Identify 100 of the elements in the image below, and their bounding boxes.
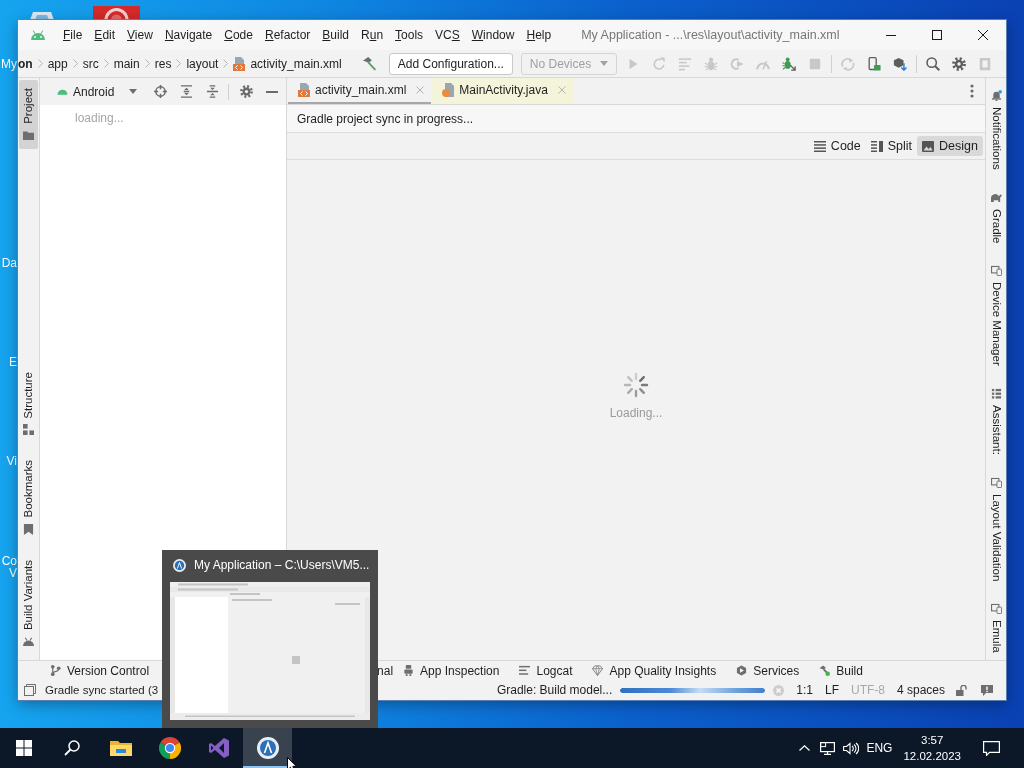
- chevron-icon: [176, 59, 182, 68]
- window-thumbnail[interactable]: My Application – C:\Users\VM5...: [162, 550, 378, 728]
- tool-window-tab[interactable]: Notifications: [989, 90, 1003, 170]
- breadcrumb-item[interactable]: layout: [186, 56, 219, 71]
- chevron-icon: [223, 59, 229, 68]
- tool-window-button[interactable]: App Inspection: [393, 663, 510, 678]
- caret-icon: [129, 89, 138, 94]
- app-logo-icon: [256, 737, 279, 759]
- settings-icon[interactable]: [952, 56, 967, 71]
- tool-window-tab[interactable]: Device Manager: [989, 265, 1003, 366]
- padlock-icon[interactable]: [956, 684, 967, 696]
- tool-window-tab[interactable]: Emula: [989, 603, 1003, 653]
- taskbar-button[interactable]: [243, 728, 292, 768]
- devices-icon: [990, 476, 1002, 488]
- close-icon[interactable]: [978, 30, 988, 40]
- volume-icon[interactable]: [843, 741, 860, 755]
- clock-time[interactable]: 3:57: [921, 732, 944, 748]
- chevron-icon: [144, 59, 150, 68]
- tool-window-button[interactable]: Logcat: [509, 663, 583, 678]
- folder-icon: [109, 739, 132, 757]
- clock-date[interactable]: 12.02.2023: [903, 748, 961, 764]
- menu-item[interactable]: Edit: [88, 24, 122, 46]
- status-message[interactable]: Gradle sync started (3: [45, 684, 159, 696]
- view-mode-button[interactable]: Split: [865, 136, 918, 156]
- sync-status-banner: Gradle project sync in progress...: [287, 105, 985, 133]
- blocks-icon: [23, 424, 34, 436]
- spinner-icon: [623, 372, 649, 398]
- breadcrumb-item[interactable]: src: [82, 56, 99, 71]
- collapse-all-icon[interactable]: [205, 85, 219, 98]
- menu-item[interactable]: Navigate: [158, 24, 219, 46]
- search-icon[interactable]: [64, 740, 80, 756]
- hammer-icon[interactable]: [361, 56, 377, 71]
- speech-bubble-alert-icon[interactable]: [981, 684, 993, 696]
- robot-icon: [403, 665, 415, 676]
- input-language[interactable]: ENG: [866, 741, 893, 755]
- minimize-icon[interactable]: [886, 34, 896, 36]
- menu-item[interactable]: Help: [520, 24, 558, 46]
- menu-item[interactable]: Refactor: [258, 24, 317, 46]
- tool-window-tab[interactable]: Layout Validation: [989, 476, 1003, 582]
- lines-icon: [813, 140, 826, 152]
- indent-setting[interactable]: 4 spaces: [896, 683, 945, 697]
- breadcrumb-item[interactable]: on: [18, 56, 33, 71]
- project-view-dropdown[interactable]: Android: [53, 80, 142, 103]
- tool-window-button[interactable]: nal: [377, 663, 394, 678]
- minus-icon[interactable]: [266, 90, 279, 93]
- bug-arrow-icon[interactable]: [782, 56, 797, 71]
- notifications-icon[interactable]: [983, 740, 1000, 756]
- tool-window-tab[interactable]: Project: [19, 80, 38, 149]
- app-logo-icon: [173, 558, 186, 572]
- add-configuration-button[interactable]: Add Configuration...: [388, 52, 513, 75]
- view-mode-button[interactable]: Design: [917, 136, 983, 156]
- split-view-icon: [870, 140, 883, 152]
- app-icon[interactable]: [93, 6, 140, 20]
- expand-all-icon[interactable]: [179, 85, 193, 98]
- java-file-icon: [442, 83, 455, 97]
- tool-window-tab[interactable]: Bookmarks: [19, 452, 38, 543]
- menu-item[interactable]: View: [121, 24, 159, 46]
- background-task-label[interactable]: Gradle: Build model...: [496, 683, 613, 697]
- menu-item[interactable]: Build: [316, 24, 355, 46]
- breadcrumb-item[interactable]: res: [154, 56, 172, 71]
- cursor-position[interactable]: 1:1: [796, 683, 813, 697]
- chevron-icon: [37, 59, 43, 68]
- chevron-icon: [103, 59, 109, 68]
- menu-item[interactable]: Tools: [389, 24, 430, 46]
- tool-window-button[interactable]: Version Control: [40, 663, 160, 678]
- menu-item[interactable]: Code: [218, 24, 259, 46]
- menu-item[interactable]: VCS: [429, 24, 466, 46]
- kebab-menu-icon[interactable]: [970, 84, 974, 98]
- ribbon-logo-icon: [207, 737, 230, 759]
- breadcrumb-item[interactable]: activity_main.xml: [250, 56, 342, 71]
- breadcrumb-item[interactable]: main: [113, 56, 140, 71]
- chevron-up-icon[interactable]: [799, 745, 811, 751]
- cube-icon[interactable]: [893, 56, 908, 71]
- menu-item[interactable]: File: [57, 24, 89, 46]
- view-mode-button[interactable]: Code: [808, 136, 866, 156]
- maximize-icon[interactable]: [932, 30, 942, 40]
- mouse-cursor-icon: [287, 757, 297, 768]
- breadcrumb-item[interactable]: app: [47, 56, 68, 71]
- caret-icon: [600, 61, 609, 66]
- tool-window-tab[interactable]: Assistant:: [989, 387, 1003, 455]
- windows-logo-icon[interactable]: [16, 740, 32, 756]
- tool-window-button[interactable]: App Quality Insights: [582, 663, 727, 678]
- tool-window-button[interactable]: Services: [726, 663, 810, 678]
- crosshair-icon[interactable]: [153, 85, 167, 98]
- network-icon[interactable]: [820, 741, 836, 755]
- android-logo-icon: [30, 30, 46, 40]
- tool-window-button[interactable]: Build: [809, 663, 873, 678]
- menu-item[interactable]: Run: [355, 24, 390, 46]
- menu-item[interactable]: Window: [465, 24, 521, 46]
- settings-icon[interactable]: [239, 85, 253, 98]
- phone-icon[interactable]: [867, 56, 882, 71]
- tool-window-tab[interactable]: Build Variants: [19, 551, 38, 655]
- devices-icon: [990, 603, 1002, 615]
- window-title: My Application - ...\res\layout\activity_main.xml: [581, 28, 840, 42]
- diamond-icon: [592, 665, 604, 676]
- tool-window-tab[interactable]: Gradle: [989, 191, 1003, 244]
- tool-window-tab[interactable]: Structure: [19, 363, 38, 444]
- editor-tab[interactable]: MainActivity.java: [432, 78, 573, 104]
- stacked-squares-icon[interactable]: [24, 684, 36, 696]
- line-separator[interactable]: LF: [824, 683, 839, 697]
